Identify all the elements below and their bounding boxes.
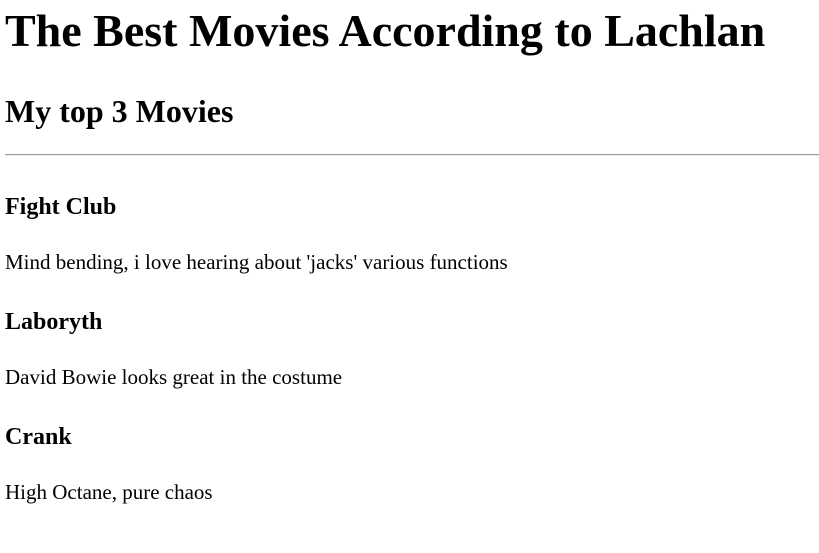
movie-title: Crank — [5, 424, 72, 450]
movie-title: Laboryth — [5, 309, 103, 335]
movie-description: David Bowie looks great in the costume — [5, 365, 343, 389]
movie-title: Fight Club — [5, 194, 117, 220]
page-subtitle: My top 3 Movies — [5, 93, 234, 129]
movie-description: High Octane, pure chaos — [5, 480, 213, 504]
movie-description: Mind bending, i love hearing about 'jack… — [5, 250, 508, 274]
movie-entry-fight-club: Fight Club Mind bending, i love hearing … — [5, 193, 819, 274]
page-title: The Best Movies According to Lachlan — [5, 5, 766, 56]
movie-entry-laboryth: Laboryth David Bowie looks great in the … — [5, 308, 819, 389]
movie-entry-crank: Crank High Octane, pure chaos — [5, 423, 819, 504]
divider — [5, 154, 819, 156]
